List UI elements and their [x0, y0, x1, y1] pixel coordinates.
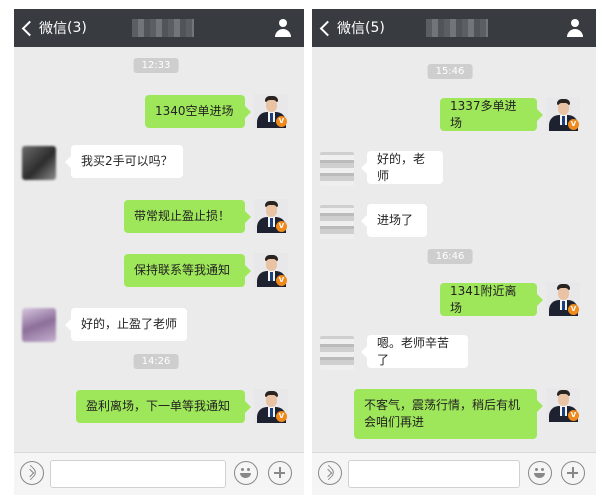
avatar-contact[interactable] [320, 336, 354, 370]
timestamp: 14:26 [133, 354, 179, 369]
avatar-self[interactable]: V [254, 94, 288, 128]
avatar-self[interactable]: V [546, 388, 580, 422]
voice-button[interactable] [20, 461, 44, 485]
message-line: 不客气，震荡行情，稍后有机 [364, 398, 521, 412]
back-button[interactable]: 微信 (5) [318, 9, 385, 47]
chat-info-button[interactable] [564, 17, 586, 39]
message-received[interactable]: 好的，老师 [361, 151, 443, 184]
chat-title-obscured [426, 19, 488, 37]
verified-badge-icon: V [568, 304, 579, 315]
input-bar [14, 452, 304, 495]
message-received[interactable]: 我买2手可以吗？ [65, 145, 183, 178]
message-sent-multiline[interactable]: 不客气，震荡行情，稍后有机 会咱们再进 [354, 389, 543, 439]
back-label: 微信 [337, 21, 365, 37]
message-sent[interactable]: 带常规止盈止损！ [124, 200, 251, 233]
avatar-self[interactable]: V [546, 97, 580, 131]
timestamp: 12:33 [133, 58, 179, 73]
verified-badge-icon: V [276, 116, 287, 127]
message-sent[interactable]: 1340空单进场 [145, 95, 251, 128]
avatar-self[interactable]: V [254, 199, 288, 233]
avatar-contact[interactable] [320, 152, 354, 186]
message-input[interactable] [50, 460, 226, 488]
emoji-button[interactable] [234, 461, 258, 485]
voice-button[interactable] [318, 461, 342, 485]
verified-badge-icon: V [276, 411, 287, 422]
chat-header: 微信 (3) [14, 9, 304, 47]
chevron-left-icon [319, 20, 336, 36]
avatar-self[interactable]: V [254, 253, 288, 287]
more-button[interactable] [561, 461, 585, 485]
emoji-icon [241, 468, 244, 471]
timestamp: 15:46 [427, 64, 473, 79]
verified-badge-icon: V [568, 119, 579, 130]
emoji-icon [535, 468, 538, 471]
message-received[interactable]: 好的，止盈了老师 [65, 308, 187, 341]
avatar-self[interactable]: V [546, 282, 580, 316]
avatar-contact[interactable] [320, 205, 354, 239]
chat-title-obscured [132, 19, 194, 37]
message-received[interactable]: 嗯。老师辛苦了 [361, 335, 468, 368]
emoji-button[interactable] [528, 461, 552, 485]
message-received[interactable]: 进场了 [361, 204, 427, 237]
person-icon [571, 19, 579, 27]
message-sent[interactable]: 1337多单进场 [440, 98, 543, 131]
message-sent[interactable]: 保持联系等我通知 [124, 254, 251, 287]
unread-count: (5) [365, 20, 385, 36]
timestamp: 16:46 [427, 249, 473, 264]
avatar-contact[interactable] [22, 146, 56, 180]
unread-count: (3) [67, 20, 87, 36]
chat-screen-left: 微信 (3) 12:33 1340空单进场 V 我买2手可以吗？ 带常规止盈止损… [14, 9, 304, 495]
person-icon [279, 19, 287, 27]
more-button[interactable] [268, 461, 292, 485]
chat-screen-right: 微信 (5) 15:46 1337多单进场 V 好的，老师 进场了 16:46 … [312, 9, 596, 495]
chevron-left-icon [21, 20, 38, 36]
verified-badge-icon: V [276, 275, 287, 286]
message-sent[interactable]: 盈利离场，下一单等我通知 [76, 390, 251, 423]
avatar-contact[interactable] [22, 308, 56, 342]
input-bar [312, 452, 596, 495]
avatar-self[interactable]: V [254, 389, 288, 423]
message-line: 会咱们再进 [364, 415, 425, 429]
message-input[interactable] [348, 460, 520, 488]
chat-header: 微信 (5) [312, 9, 596, 47]
chat-info-button[interactable] [272, 17, 294, 39]
back-label: 微信 [39, 21, 67, 37]
verified-badge-icon: V [568, 410, 579, 421]
back-button[interactable]: 微信 (3) [20, 9, 87, 47]
message-sent[interactable]: 1341附近离场 [440, 283, 543, 316]
verified-badge-icon: V [276, 221, 287, 232]
